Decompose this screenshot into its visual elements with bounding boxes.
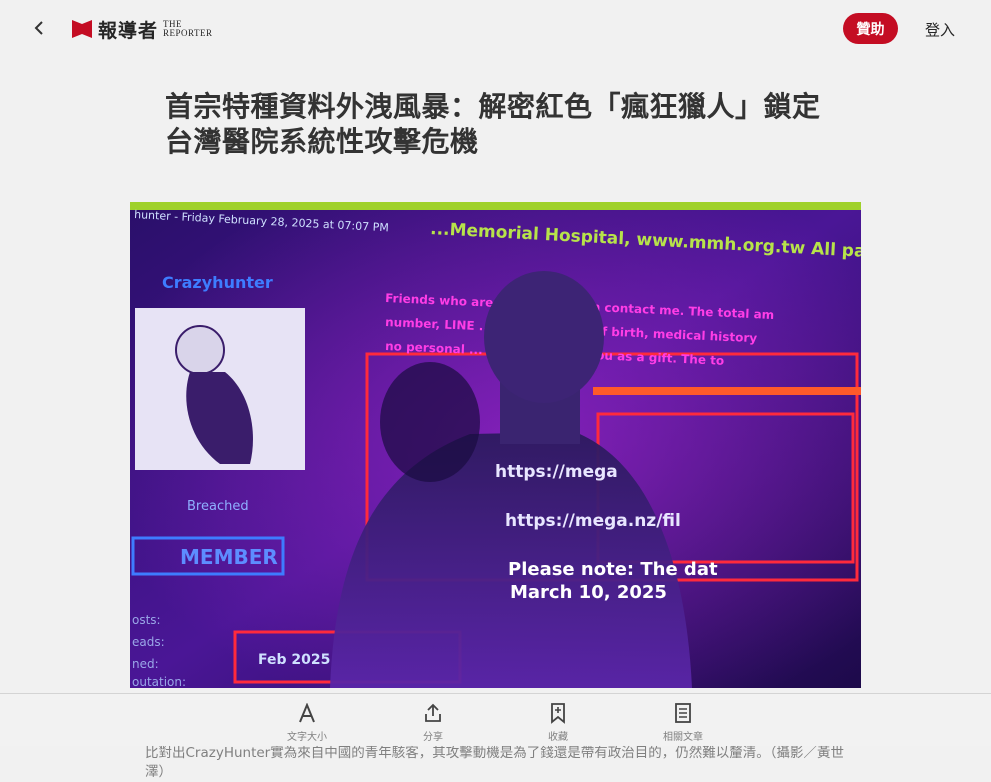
hero-breached-label: Breached xyxy=(187,499,249,514)
document-icon xyxy=(672,702,694,724)
logo-english-line2: REPORTER xyxy=(163,28,213,38)
article-title: 首宗特種資料外洩風暴：解密紅色「瘋狂獵人」鎖定台灣醫院系統性攻擊危機 xyxy=(165,90,821,158)
hero-projected-line-1: https://mega xyxy=(495,462,618,482)
hero-side-label-1: eads: xyxy=(132,635,165,649)
chevron-left-icon xyxy=(34,21,43,35)
hero-profile-name: Crazyhunter xyxy=(162,273,273,292)
font-size-button[interactable]: 文字大小 xyxy=(272,702,342,746)
bookmark-add-icon xyxy=(547,702,569,724)
site-logo[interactable]: 報導者 THE REPORTER xyxy=(71,17,212,42)
hero-caption: 比對出CrazyHunter實為來自中國的青年駭客，其攻擊動機是為了錢還是帶有政… xyxy=(145,745,844,780)
logo-english-name: THE REPORTER xyxy=(163,20,212,38)
font-size-label: 文字大小 xyxy=(287,732,327,743)
site-header: 報導者 THE REPORTER 贊助 登入 xyxy=(0,0,991,58)
related-articles-label: 相關文章 xyxy=(663,732,703,743)
hero-date-label: Feb 2025 xyxy=(258,652,330,668)
bookmark-label: 收藏 xyxy=(548,732,568,743)
hero-image: ...Memorial Hospital, www.mmh.org.tw All… xyxy=(130,202,861,688)
share-button[interactable]: 分享 xyxy=(398,702,468,746)
hero-projected-line-3: Please note: The dat xyxy=(508,559,718,580)
bookmark-button[interactable]: 收藏 xyxy=(523,702,593,746)
share-icon xyxy=(422,702,444,724)
related-articles-button[interactable]: 相關文章 xyxy=(648,702,718,746)
back-button[interactable] xyxy=(28,16,52,40)
font-size-icon xyxy=(296,702,318,724)
hero-projected-line-4: March 10, 2025 xyxy=(510,582,667,603)
hero-member-label: MEMBER xyxy=(180,545,278,569)
article-toolbar: 文字大小 分享 收藏 相關文章 xyxy=(0,693,991,746)
hero-side-label-2: ned: xyxy=(132,657,159,671)
hero-side-label-3: outation: xyxy=(132,675,186,688)
hero-photo-illustration: ...Memorial Hospital, www.mmh.org.tw All… xyxy=(130,202,861,688)
login-button[interactable]: 登入 xyxy=(918,18,962,40)
share-label: 分享 xyxy=(423,732,443,743)
hero-projected-line-2: https://mega.nz/fil xyxy=(505,511,681,531)
reporter-flag-icon xyxy=(72,20,92,38)
donate-button[interactable]: 贊助 xyxy=(843,13,898,44)
logo-chinese-name: 報導者 xyxy=(98,19,159,42)
hero-side-label-0: osts: xyxy=(132,613,161,627)
